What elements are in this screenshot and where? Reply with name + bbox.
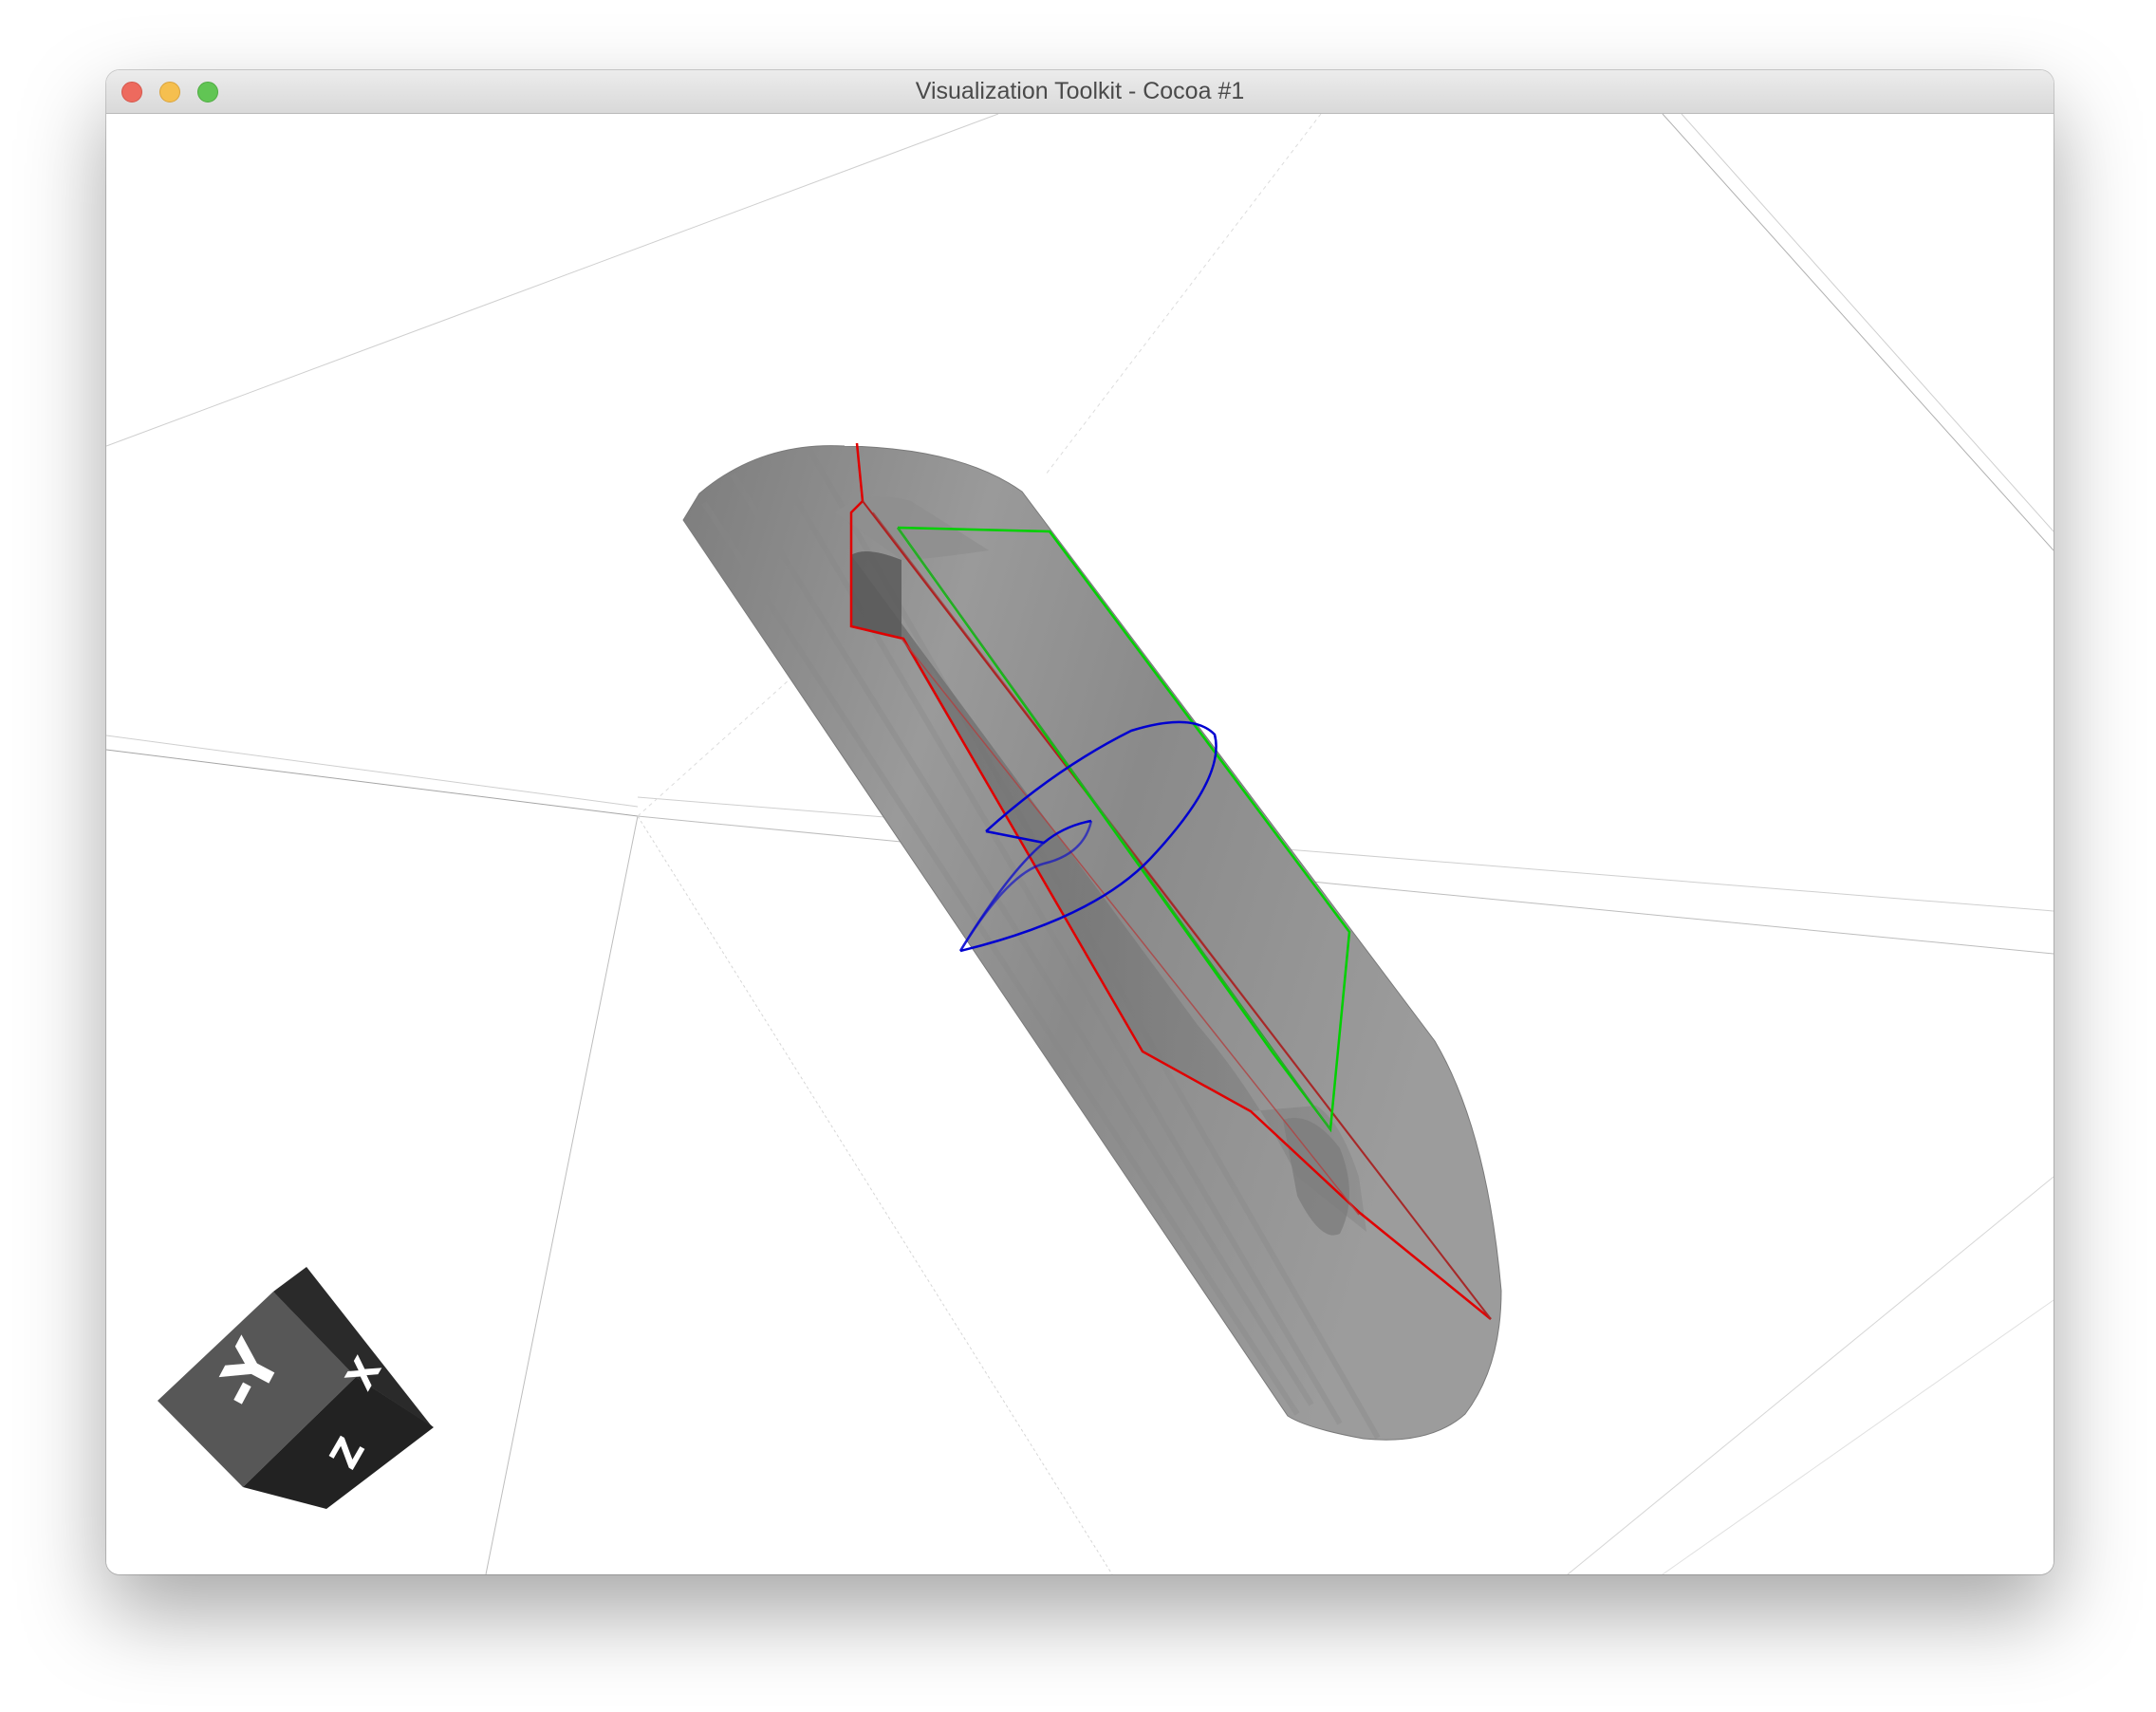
- orientation-cube[interactable]: -Y X Z: [158, 1267, 434, 1509]
- title-bar[interactable]: Visualization Toolkit - Cocoa #1: [106, 70, 2054, 114]
- app-window: Visualization Toolkit - Cocoa #1 -Y X Z: [106, 70, 2054, 1574]
- half-cylinder-solid: [682, 445, 1502, 1441]
- scene-canvas[interactable]: -Y X Z: [106, 114, 2054, 1574]
- window-title: Visualization Toolkit - Cocoa #1: [915, 78, 1245, 104]
- render-viewport[interactable]: -Y X Z: [106, 114, 2054, 1574]
